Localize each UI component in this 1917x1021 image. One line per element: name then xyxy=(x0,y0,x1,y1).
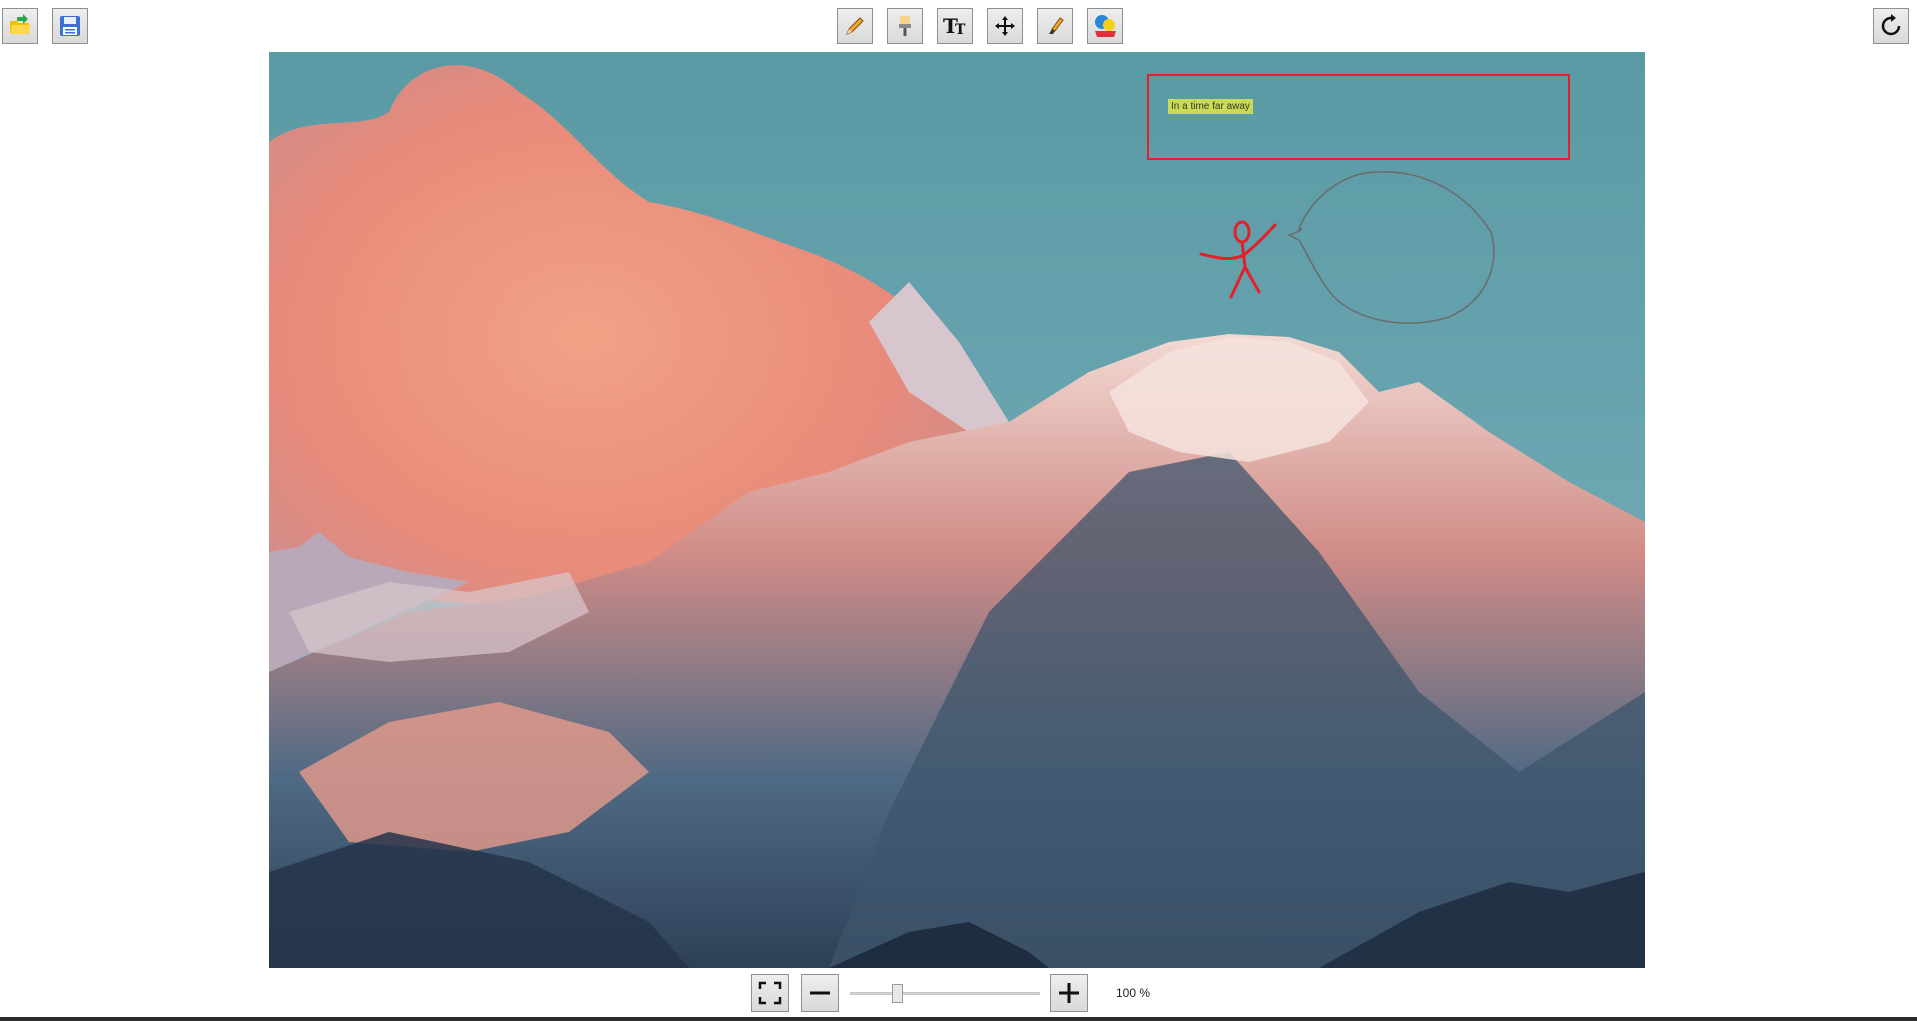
annotation-text: In a time far away xyxy=(1146,93,1296,115)
move-tool-button[interactable] xyxy=(987,8,1023,44)
window-bottom-border xyxy=(0,1017,1917,1021)
fit-screen-icon xyxy=(758,981,782,1005)
text-icon: T T xyxy=(943,14,966,38)
highlighter-icon xyxy=(1049,17,1064,34)
pencil-icon xyxy=(846,17,864,35)
highlighter-tool-button[interactable] xyxy=(1037,8,1073,44)
zoom-slider-track[interactable] xyxy=(850,992,1040,995)
save-button[interactable] xyxy=(52,8,88,44)
zoom-slider-thumb[interactable] xyxy=(892,984,903,1003)
annotation-rectangle xyxy=(1147,74,1570,160)
minus-icon xyxy=(810,991,830,995)
floppy-disk-icon xyxy=(60,16,80,36)
move-arrows-icon xyxy=(995,16,1015,36)
color-palette-icon xyxy=(1095,15,1116,37)
brush-tool-button[interactable] xyxy=(887,8,923,44)
text-tool-button[interactable]: T T xyxy=(937,8,973,44)
svg-text:T: T xyxy=(955,22,966,38)
zoom-level-label: 100 % xyxy=(1116,986,1151,1000)
reset-button[interactable] xyxy=(1873,8,1909,44)
zoom-controls: 100 % xyxy=(0,973,1917,1013)
pencil-tool-button[interactable] xyxy=(837,8,873,44)
color-tool-button[interactable] xyxy=(1087,8,1123,44)
open-button[interactable] xyxy=(2,8,38,44)
rotate-icon xyxy=(1881,14,1901,36)
open-folder-icon xyxy=(10,14,31,34)
fit-screen-button[interactable] xyxy=(751,974,789,1012)
plus-icon xyxy=(1059,983,1079,1003)
mountain-photo xyxy=(269,52,1645,968)
paintbrush-icon xyxy=(899,16,911,36)
image-canvas[interactable]: In a time far away xyxy=(269,52,1645,968)
zoom-in-button[interactable] xyxy=(1050,974,1088,1012)
zoom-out-button[interactable] xyxy=(801,974,839,1012)
